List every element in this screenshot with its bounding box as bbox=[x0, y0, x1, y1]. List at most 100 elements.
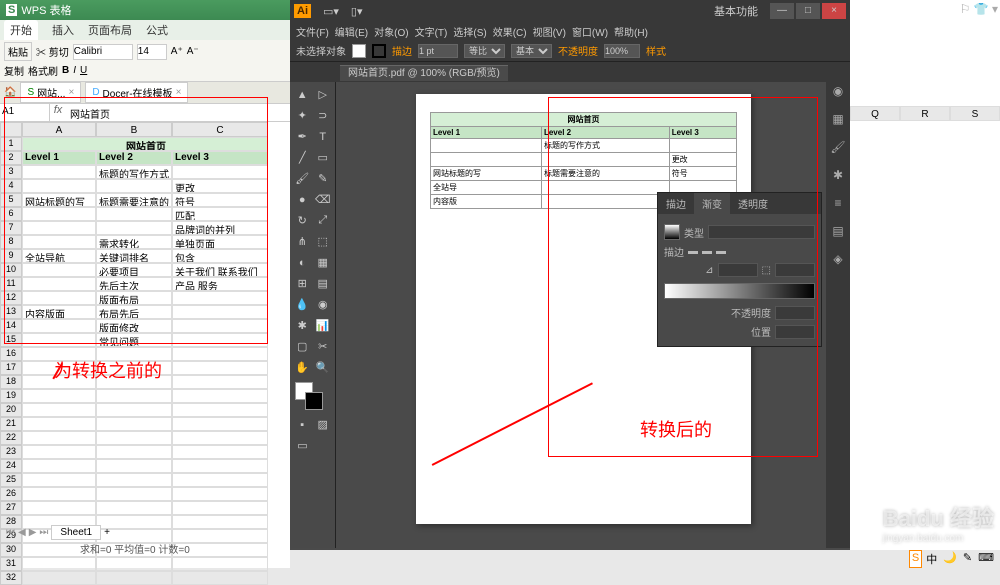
scale-tool-icon[interactable]: ⤢ bbox=[313, 210, 334, 231]
col-header[interactable]: S bbox=[950, 106, 1000, 121]
panel-tab-stroke[interactable]: 描边 bbox=[658, 193, 694, 214]
free-transform-icon[interactable]: ⬚ bbox=[313, 231, 334, 252]
gradient-tool-icon[interactable]: ▤ bbox=[313, 273, 334, 294]
blob-tool-icon[interactable]: ● bbox=[292, 189, 313, 210]
ai-layout-icon[interactable]: ▭▾ bbox=[323, 5, 339, 18]
close-icon[interactable]: × bbox=[176, 87, 182, 98]
paste-button[interactable]: 粘贴 bbox=[4, 42, 32, 61]
pen-tool-icon[interactable]: ✒ bbox=[292, 126, 313, 147]
shape-builder-icon[interactable]: ◐ bbox=[292, 252, 313, 273]
ai-layout-icon[interactable]: ▯▾ bbox=[351, 5, 363, 18]
stroke-align-icon[interactable]: ▬ bbox=[688, 246, 698, 257]
underline-icon[interactable]: U bbox=[80, 65, 87, 76]
basic-select[interactable]: 基本 bbox=[511, 44, 552, 58]
formula-content[interactable]: 网站首页 bbox=[66, 104, 290, 121]
menu-formula[interactable]: 公式 bbox=[146, 22, 168, 38]
graph-tool-icon[interactable]: 📊 bbox=[313, 315, 334, 336]
sheet-tab-1[interactable]: Sheet1 bbox=[51, 525, 101, 540]
lasso-tool-icon[interactable]: ⊃ bbox=[313, 105, 334, 126]
tray-icon[interactable]: ⌨ bbox=[976, 550, 996, 568]
doc-tab-1[interactable]: S网站...× bbox=[20, 82, 81, 103]
panel-tab-transparency[interactable]: 透明度 bbox=[730, 193, 776, 214]
dock-color-icon[interactable]: ◉ bbox=[826, 84, 850, 110]
cell-reference[interactable]: A1 bbox=[0, 104, 50, 121]
dock-brush-icon[interactable]: 🖌 bbox=[826, 140, 850, 166]
gradient-ramp[interactable] bbox=[664, 283, 815, 299]
stroke-swatch[interactable] bbox=[372, 44, 386, 58]
wand-tool-icon[interactable]: ✦ bbox=[292, 105, 313, 126]
rotate-tool-icon[interactable]: ↻ bbox=[292, 210, 313, 231]
home-tab-icon[interactable]: 🏠 bbox=[4, 87, 16, 98]
zoom-tool-icon[interactable]: 🔍 bbox=[313, 357, 334, 378]
eyedropper-icon[interactable]: 💧 bbox=[292, 294, 313, 315]
hand-tool-icon[interactable]: ✋ bbox=[292, 357, 313, 378]
sheet-nav-first-icon[interactable]: ⏮ bbox=[6, 527, 15, 538]
tray-icon[interactable]: ✎ bbox=[961, 550, 974, 568]
artboard-tool-icon[interactable]: ▢ bbox=[292, 336, 313, 357]
add-sheet-icon[interactable]: + bbox=[104, 527, 110, 538]
menu-edit[interactable]: 编辑(E) bbox=[335, 24, 368, 39]
menu-file[interactable]: 文件(F) bbox=[296, 24, 329, 39]
maximize-button[interactable]: □ bbox=[796, 3, 820, 19]
menu-text[interactable]: 文字(T) bbox=[415, 24, 448, 39]
color-mode-icon[interactable]: ▪ bbox=[292, 414, 313, 435]
gradient-type-select[interactable] bbox=[708, 225, 815, 239]
selection-tool-icon[interactable]: ▲ bbox=[292, 84, 313, 105]
opacity-label[interactable]: 不透明度 bbox=[558, 43, 598, 58]
perspective-icon[interactable]: ▦ bbox=[313, 252, 334, 273]
aspect-input[interactable] bbox=[775, 263, 815, 277]
line-tool-icon[interactable]: ╱ bbox=[292, 147, 313, 168]
fx-icon[interactable]: fx bbox=[50, 104, 66, 121]
gradient-thumb[interactable] bbox=[664, 224, 680, 240]
pencil-tool-icon[interactable]: ✎ bbox=[313, 168, 334, 189]
italic-icon[interactable]: I bbox=[73, 65, 76, 76]
menu-view[interactable]: 视图(V) bbox=[533, 24, 566, 39]
menu-object[interactable]: 对象(O) bbox=[374, 24, 408, 39]
gradient-mode-icon[interactable]: ▨ bbox=[313, 414, 334, 435]
cut-button[interactable]: ✂ 剪切 bbox=[36, 44, 69, 59]
menu-help[interactable]: 帮助(H) bbox=[614, 24, 648, 39]
stroke-align-icon[interactable]: ▬ bbox=[716, 246, 726, 257]
menu-window[interactable]: 窗口(W) bbox=[572, 24, 608, 39]
minimize-button[interactable]: — bbox=[770, 3, 794, 19]
stroke-weight-input[interactable] bbox=[418, 44, 458, 58]
dock-stroke-icon[interactable]: ≡ bbox=[826, 196, 850, 222]
dock-swatch-icon[interactable]: ▦ bbox=[826, 112, 850, 138]
sheet-nav-next-icon[interactable]: ▶ bbox=[29, 527, 37, 538]
tray-icon[interactable]: 🌙 bbox=[941, 550, 959, 568]
col-header[interactable]: Q bbox=[850, 106, 900, 121]
doc-tab[interactable]: 网站首页.pdf @ 100% (RGB/预览) bbox=[340, 65, 508, 81]
font-grow-icon[interactable]: A⁺ bbox=[171, 46, 183, 57]
bold-icon[interactable]: B bbox=[62, 65, 69, 76]
stop-opacity-input[interactable] bbox=[775, 306, 815, 320]
menu-layout[interactable]: 页面布局 bbox=[88, 22, 132, 38]
type-tool-icon[interactable]: T bbox=[313, 126, 334, 147]
width-tool-icon[interactable]: ⋔ bbox=[292, 231, 313, 252]
angle-input[interactable] bbox=[718, 263, 758, 277]
menu-insert[interactable]: 插入 bbox=[52, 22, 74, 38]
fill-swatch[interactable] bbox=[352, 44, 366, 58]
col-header[interactable]: R bbox=[900, 106, 950, 121]
sheet-nav-prev-icon[interactable]: ◀ bbox=[18, 527, 26, 538]
panel-tab-gradient[interactable]: 渐变 bbox=[694, 193, 730, 214]
doc-tab-2[interactable]: DDocer-在线模板× bbox=[85, 82, 188, 103]
dock-gradient-icon[interactable]: ▤ bbox=[826, 224, 850, 250]
rect-tool-icon[interactable]: ▭ bbox=[313, 147, 334, 168]
stroke-align-icon[interactable]: ▬ bbox=[702, 246, 712, 257]
menu-select[interactable]: 选择(S) bbox=[453, 24, 486, 39]
font-shrink-icon[interactable]: A⁻ bbox=[187, 46, 199, 57]
eraser-tool-icon[interactable]: ⌫ bbox=[313, 189, 334, 210]
uniform-select[interactable]: 等比 bbox=[464, 44, 505, 58]
tray-icon[interactable]: 中 bbox=[924, 550, 939, 568]
dock-layers-icon[interactable]: ◈ bbox=[826, 252, 850, 278]
style-label[interactable]: 样式 bbox=[646, 43, 666, 58]
mesh-tool-icon[interactable]: ⊞ bbox=[292, 273, 313, 294]
font-name-input[interactable] bbox=[73, 44, 133, 60]
slice-tool-icon[interactable]: ✂ bbox=[313, 336, 334, 357]
fill-stroke-swatch[interactable] bbox=[292, 382, 333, 414]
symbol-spray-icon[interactable]: ✱ bbox=[292, 315, 313, 336]
col-header[interactable]: B bbox=[96, 122, 172, 137]
basic-func-label[interactable]: 基本功能 bbox=[714, 3, 758, 19]
sheet-nav-last-icon[interactable]: ⏭ bbox=[39, 527, 48, 538]
brush-tool-icon[interactable]: 🖌 bbox=[292, 168, 313, 189]
